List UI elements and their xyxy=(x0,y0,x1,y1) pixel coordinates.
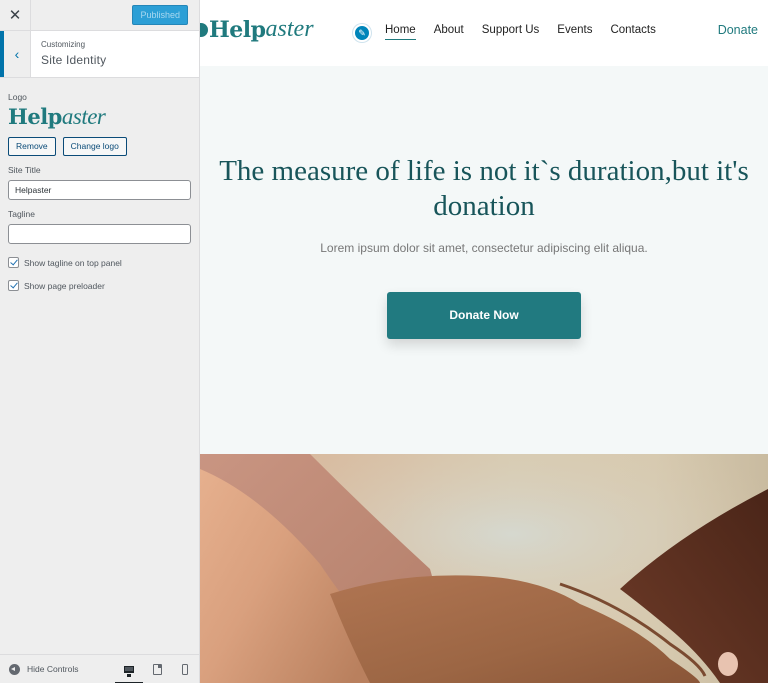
show-tagline-option[interactable]: Show tagline on top panel xyxy=(8,257,191,268)
tablet-icon xyxy=(152,663,162,675)
site-title-field: Site Title xyxy=(8,165,191,200)
donate-now-button[interactable]: Donate Now xyxy=(387,292,581,339)
hands-photo xyxy=(200,454,768,683)
publish-button[interactable]: Published xyxy=(132,5,188,25)
site-logo-bold: Help xyxy=(209,16,266,43)
preview-desktop-button[interactable] xyxy=(115,655,143,683)
header-donate-link[interactable]: Donate xyxy=(718,23,758,37)
hero-title: The measure of life is not it`s duration… xyxy=(219,155,749,222)
mobile-icon xyxy=(182,663,188,675)
close-icon: ✕ xyxy=(8,7,22,24)
site-header: Help aster ✎ Home About Support Us Events… xyxy=(200,0,768,66)
photo-fingernail xyxy=(718,652,738,676)
change-logo-button[interactable]: Change logo xyxy=(62,137,127,156)
logo-buttons: Remove Change logo xyxy=(8,137,191,156)
hide-controls-button[interactable]: Hide Controls xyxy=(0,663,115,675)
section-title: Site Identity xyxy=(41,53,107,67)
nav-item-contacts[interactable]: Contacts xyxy=(610,24,655,40)
site-title-input[interactable] xyxy=(8,180,191,200)
site-logo-italic: aster xyxy=(265,16,314,42)
back-button[interactable]: ‹ xyxy=(0,31,31,77)
tagline-label: Tagline xyxy=(8,209,35,219)
nav-item-home[interactable]: Home xyxy=(385,24,416,40)
edit-menu-shortcut[interactable]: ✎ xyxy=(353,24,371,42)
main-nav: Home About Support Us Events Contacts xyxy=(385,24,674,40)
show-tagline-label: Show tagline on top panel xyxy=(24,257,122,268)
hero-section: The measure of life is not it`s duration… xyxy=(200,66,768,454)
remove-logo-button[interactable]: Remove xyxy=(8,137,56,156)
customizer-sidebar: ✕ Published ‹ Customizing Site Identity … xyxy=(0,0,200,683)
show-tagline-checkbox[interactable] xyxy=(8,257,19,268)
hands-photo-illustration xyxy=(200,454,768,683)
logo-preview-bold: Help xyxy=(8,104,62,129)
logo-label: Logo xyxy=(8,92,27,102)
chevron-left-icon: ‹ xyxy=(14,46,20,62)
collapse-arrow-icon xyxy=(9,663,20,675)
show-preloader-label: Show page preloader xyxy=(24,280,105,291)
logo-preview: Helpaster xyxy=(8,104,191,130)
customizer-controls: Logo Helpaster Remove Change logo Site T… xyxy=(0,78,199,291)
tagline-input[interactable] xyxy=(8,224,191,244)
hide-controls-label: Hide Controls xyxy=(27,664,79,674)
site-logo[interactable]: Help aster xyxy=(200,16,314,43)
logo-preview-italic: aster xyxy=(61,104,106,129)
desktop-icon xyxy=(124,665,134,677)
section-titles: Customizing Site Identity xyxy=(31,31,106,77)
site-preview: Help aster ✎ Home About Support Us Events… xyxy=(200,0,768,683)
hero-text: Lorem ipsum dolor sit amet, consectetur … xyxy=(320,241,648,255)
close-customizer-button[interactable]: ✕ xyxy=(0,0,31,31)
pencil-icon: ✎ xyxy=(358,27,366,38)
breadcrumb-label: Customizing xyxy=(41,40,86,49)
show-preloader-option[interactable]: Show page preloader xyxy=(8,280,191,291)
tagline-field: Tagline xyxy=(8,209,191,244)
section-header: ‹ Customizing Site Identity xyxy=(0,31,199,78)
preview-tablet-button[interactable] xyxy=(143,655,171,683)
nav-item-support-us[interactable]: Support Us xyxy=(482,24,540,40)
nav-item-about[interactable]: About xyxy=(434,24,464,40)
preview-mobile-button[interactable] xyxy=(171,655,199,683)
nav-item-events[interactable]: Events xyxy=(557,24,592,40)
customizer-header: ✕ Published xyxy=(0,0,199,31)
logo-mark-icon xyxy=(200,22,208,37)
customizer-footer: Hide Controls xyxy=(0,654,199,683)
show-preloader-checkbox[interactable] xyxy=(8,280,19,291)
site-title-label: Site Title xyxy=(8,165,41,175)
